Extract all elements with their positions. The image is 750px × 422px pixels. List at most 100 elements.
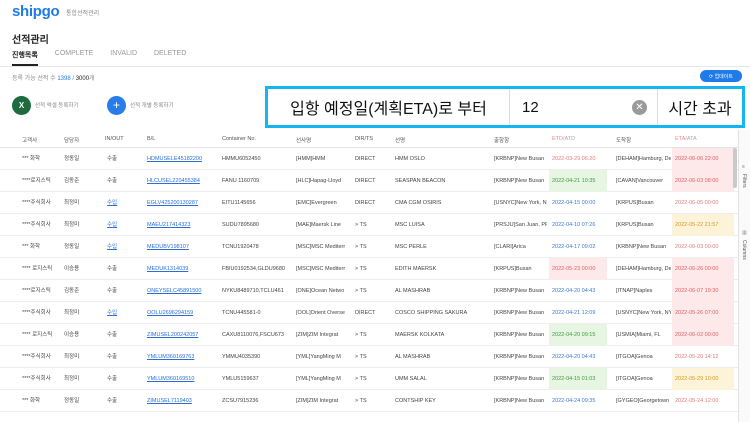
update-button[interactable]: ⟳ 업데이트 bbox=[700, 70, 742, 82]
cell-pod: [USMIA]Miami, FL bbox=[616, 332, 661, 338]
filter-icon[interactable]: ≡ bbox=[742, 164, 745, 170]
cell-etd: 2022-04-15 00:00 bbox=[552, 200, 596, 206]
columns-tab[interactable]: Columns bbox=[741, 240, 747, 260]
cell-customer: **** 로지스틱 bbox=[22, 266, 53, 272]
cell-dirts: > TS bbox=[355, 244, 367, 250]
col-pol[interactable]: 출항항 bbox=[494, 136, 509, 144]
table-row[interactable]: *** 화학 정동일 수출 ZIMUSEL7119403 ZCSU7915236 [ZIM… bbox=[0, 390, 738, 412]
cell-pol: [KRBNP]New Busan bbox=[494, 178, 545, 184]
col-manager[interactable]: 담당자 bbox=[64, 136, 79, 144]
cell-eta: 2022-05-24 12:00 bbox=[675, 398, 719, 404]
cell-inout: 수출 bbox=[107, 288, 118, 294]
cell-inout[interactable]: 수입 bbox=[107, 214, 137, 236]
tabs-divider bbox=[0, 66, 750, 67]
count-suffix: 개 bbox=[89, 76, 95, 82]
cell-vessel: MSC PERLE bbox=[395, 244, 427, 250]
count-used: 1398 bbox=[57, 76, 71, 82]
cell-vessel: CONTSHIP KEY bbox=[395, 398, 436, 404]
cell-carrier: [YML]YangMing M bbox=[296, 376, 341, 382]
cell-customer: *** 화학 bbox=[22, 156, 41, 162]
col-customer[interactable]: 고객사 bbox=[22, 136, 37, 144]
cell-etd: 2022-04-21 10:35 bbox=[549, 170, 607, 192]
cell-bl[interactable]: ZIMUSEL7119403 bbox=[147, 390, 217, 412]
cell-bl[interactable]: OOLU2696294159 bbox=[147, 302, 217, 324]
cell-manager: 정동일 bbox=[64, 156, 80, 162]
col-etd-atd[interactable]: ETD/ATD bbox=[552, 136, 575, 142]
cell-dirts: > TS bbox=[355, 398, 367, 404]
table-row[interactable]: **** 로지스틱 이승용 수출 ZIMUSEL200242057 CAXU811007… bbox=[0, 324, 738, 346]
cell-bl[interactable]: YMLUM360169510 bbox=[147, 368, 217, 390]
table-row[interactable]: ****주식회사 최정미 수입 EGLV425200130287 EITU1145656… bbox=[0, 192, 738, 214]
table-row[interactable]: *** 화학 정동일 수입 MEDUBV198107 TCNU1920478 [MSC]M… bbox=[0, 236, 738, 258]
filter-unit: 시간 초과 bbox=[668, 101, 732, 118]
cell-pod: [DEHAM]Hamburg, De bbox=[616, 266, 671, 272]
shipment-count: 등록 가능 선적 수 1398 / 3000개 bbox=[12, 73, 95, 82]
single-register-action[interactable]: + 선적 개별 등록하기 bbox=[107, 95, 174, 115]
cell-dirts: DIRECT bbox=[355, 310, 376, 316]
col-container[interactable]: Container No. bbox=[222, 136, 256, 142]
cell-bl[interactable]: MEDUBV198107 bbox=[147, 236, 217, 258]
cell-pod: [KRPUS]Busan bbox=[616, 222, 654, 228]
cell-manager: 김동준 bbox=[64, 178, 80, 184]
cell-dirts: DIRECT bbox=[355, 200, 376, 206]
cell-container: NYKU8489710,TCLU461 bbox=[222, 288, 284, 294]
cell-inout: 수출 bbox=[107, 398, 118, 404]
table-row[interactable]: ****로지스틱 김동준 수출 HLCUSEL220455384 FANU 116070… bbox=[0, 170, 738, 192]
col-eta: ETA bbox=[675, 136, 686, 142]
clear-icon[interactable]: ✕ bbox=[632, 100, 647, 115]
cell-bl[interactable]: EGLV425200130287 bbox=[147, 192, 217, 214]
cell-customer: **** 로지스틱 bbox=[22, 332, 53, 338]
cell-inout[interactable]: 수입 bbox=[107, 192, 137, 214]
cell-bl[interactable]: ZIMUSEL200242057 bbox=[147, 324, 217, 346]
cell-container: TCNU1920478 bbox=[222, 244, 259, 250]
col-vessel[interactable]: 선명 bbox=[395, 136, 405, 144]
cell-vessel: AL MASHRAB bbox=[395, 354, 431, 360]
cell-eta: 2022-06-05 00:00 bbox=[675, 200, 719, 206]
cell-pod: [CAVAN]Vancouver bbox=[616, 178, 664, 184]
cell-vessel: COSCO SHIPPING SAKURA bbox=[395, 310, 468, 316]
cell-bl[interactable]: MAEU217414323 bbox=[147, 214, 217, 236]
cell-etd: 2022-04-20 04:43 bbox=[552, 288, 596, 294]
columns-icon[interactable]: ▥ bbox=[742, 230, 747, 236]
cell-container: EITU1145656 bbox=[222, 200, 256, 206]
cell-bl[interactable]: HDMUSELE45182200 bbox=[147, 148, 217, 170]
cell-bl[interactable]: YMLUM360169763 bbox=[147, 346, 217, 368]
cell-inout[interactable]: 수입 bbox=[107, 236, 137, 258]
col-dirts[interactable]: DIR/TS bbox=[355, 136, 373, 142]
table-row[interactable]: *** 화학 정동일 수출 HDMUSELE45182200 HMMU6052450 [H… bbox=[0, 148, 738, 170]
cell-customer: ****주식회사 bbox=[22, 376, 51, 382]
cell-bl[interactable]: MEDUK1314039 bbox=[147, 258, 217, 280]
filters-tab[interactable]: Filters bbox=[741, 174, 747, 188]
cell-eta: 2022-06-03 08:00 bbox=[672, 170, 734, 192]
filter-hours-input[interactable]: 12 ✕ bbox=[510, 89, 658, 125]
col-carrier[interactable]: 선사명 bbox=[296, 136, 311, 144]
table-row[interactable]: **** 로지스틱 이승용 수출 MEDUK1314039 FBIU0192534,GL… bbox=[0, 258, 738, 280]
excel-register-action[interactable]: X 선적 엑셀 등록하기 bbox=[12, 95, 79, 115]
col-pod[interactable]: 도착항 bbox=[616, 136, 631, 144]
col-inout[interactable]: IN/OUT bbox=[105, 136, 124, 142]
table-row[interactable]: ****주식회사 최정미 수입 OOLU2696294159 TCNU445581-0 [… bbox=[0, 302, 738, 324]
cell-bl[interactable]: HLCUSEL220455384 bbox=[147, 170, 217, 192]
table-row[interactable]: ****로지스틱 김동준 수출 ONEYSELC45891500 NYKU8489710… bbox=[0, 280, 738, 302]
cell-bl[interactable]: ONEYSELC45891500 bbox=[147, 280, 217, 302]
tab-invalid[interactable]: INVALID bbox=[110, 50, 137, 66]
cell-vessel: EDITH MAERSK bbox=[395, 266, 437, 272]
col-eta-ata[interactable]: ETA/ATA bbox=[675, 136, 697, 142]
table-scrollbar[interactable] bbox=[733, 148, 737, 188]
shipgo-logo[interactable]: shipgo bbox=[12, 3, 60, 20]
tab-complete[interactable]: COMPLETE bbox=[55, 50, 94, 66]
cell-eta: 2022-05-20 14:12 bbox=[675, 354, 719, 360]
table-row[interactable]: ****주식회사 최정미 수입 MAEU217414323 SUDU7895680 [MA… bbox=[0, 214, 738, 236]
tab-deleted[interactable]: DELETED bbox=[154, 50, 186, 66]
cell-etd: 2022-03-29 06:20 bbox=[552, 156, 596, 162]
cell-inout[interactable]: 수입 bbox=[107, 302, 137, 324]
cell-container: FBIU0192534,GLDU9680 bbox=[222, 266, 285, 272]
cell-container: YMMU4035390 bbox=[222, 354, 261, 360]
cell-pol: [KRBNP]New Busan bbox=[494, 354, 545, 360]
cell-carrier: [OOL]Orient Overse bbox=[296, 310, 345, 316]
table-row[interactable]: ****주식회사 최정미 수출 YMLUM360169763 YMMU4035390 [Y… bbox=[0, 346, 738, 368]
tab-in-progress[interactable]: 진행목록 bbox=[12, 50, 38, 66]
table-row[interactable]: ****주식회사 최정미 수출 YMLUM360169510 YMLU5159637 [Y… bbox=[0, 368, 738, 390]
col-bl[interactable]: B/L bbox=[147, 136, 155, 142]
cell-manager: 최정미 bbox=[64, 354, 80, 360]
